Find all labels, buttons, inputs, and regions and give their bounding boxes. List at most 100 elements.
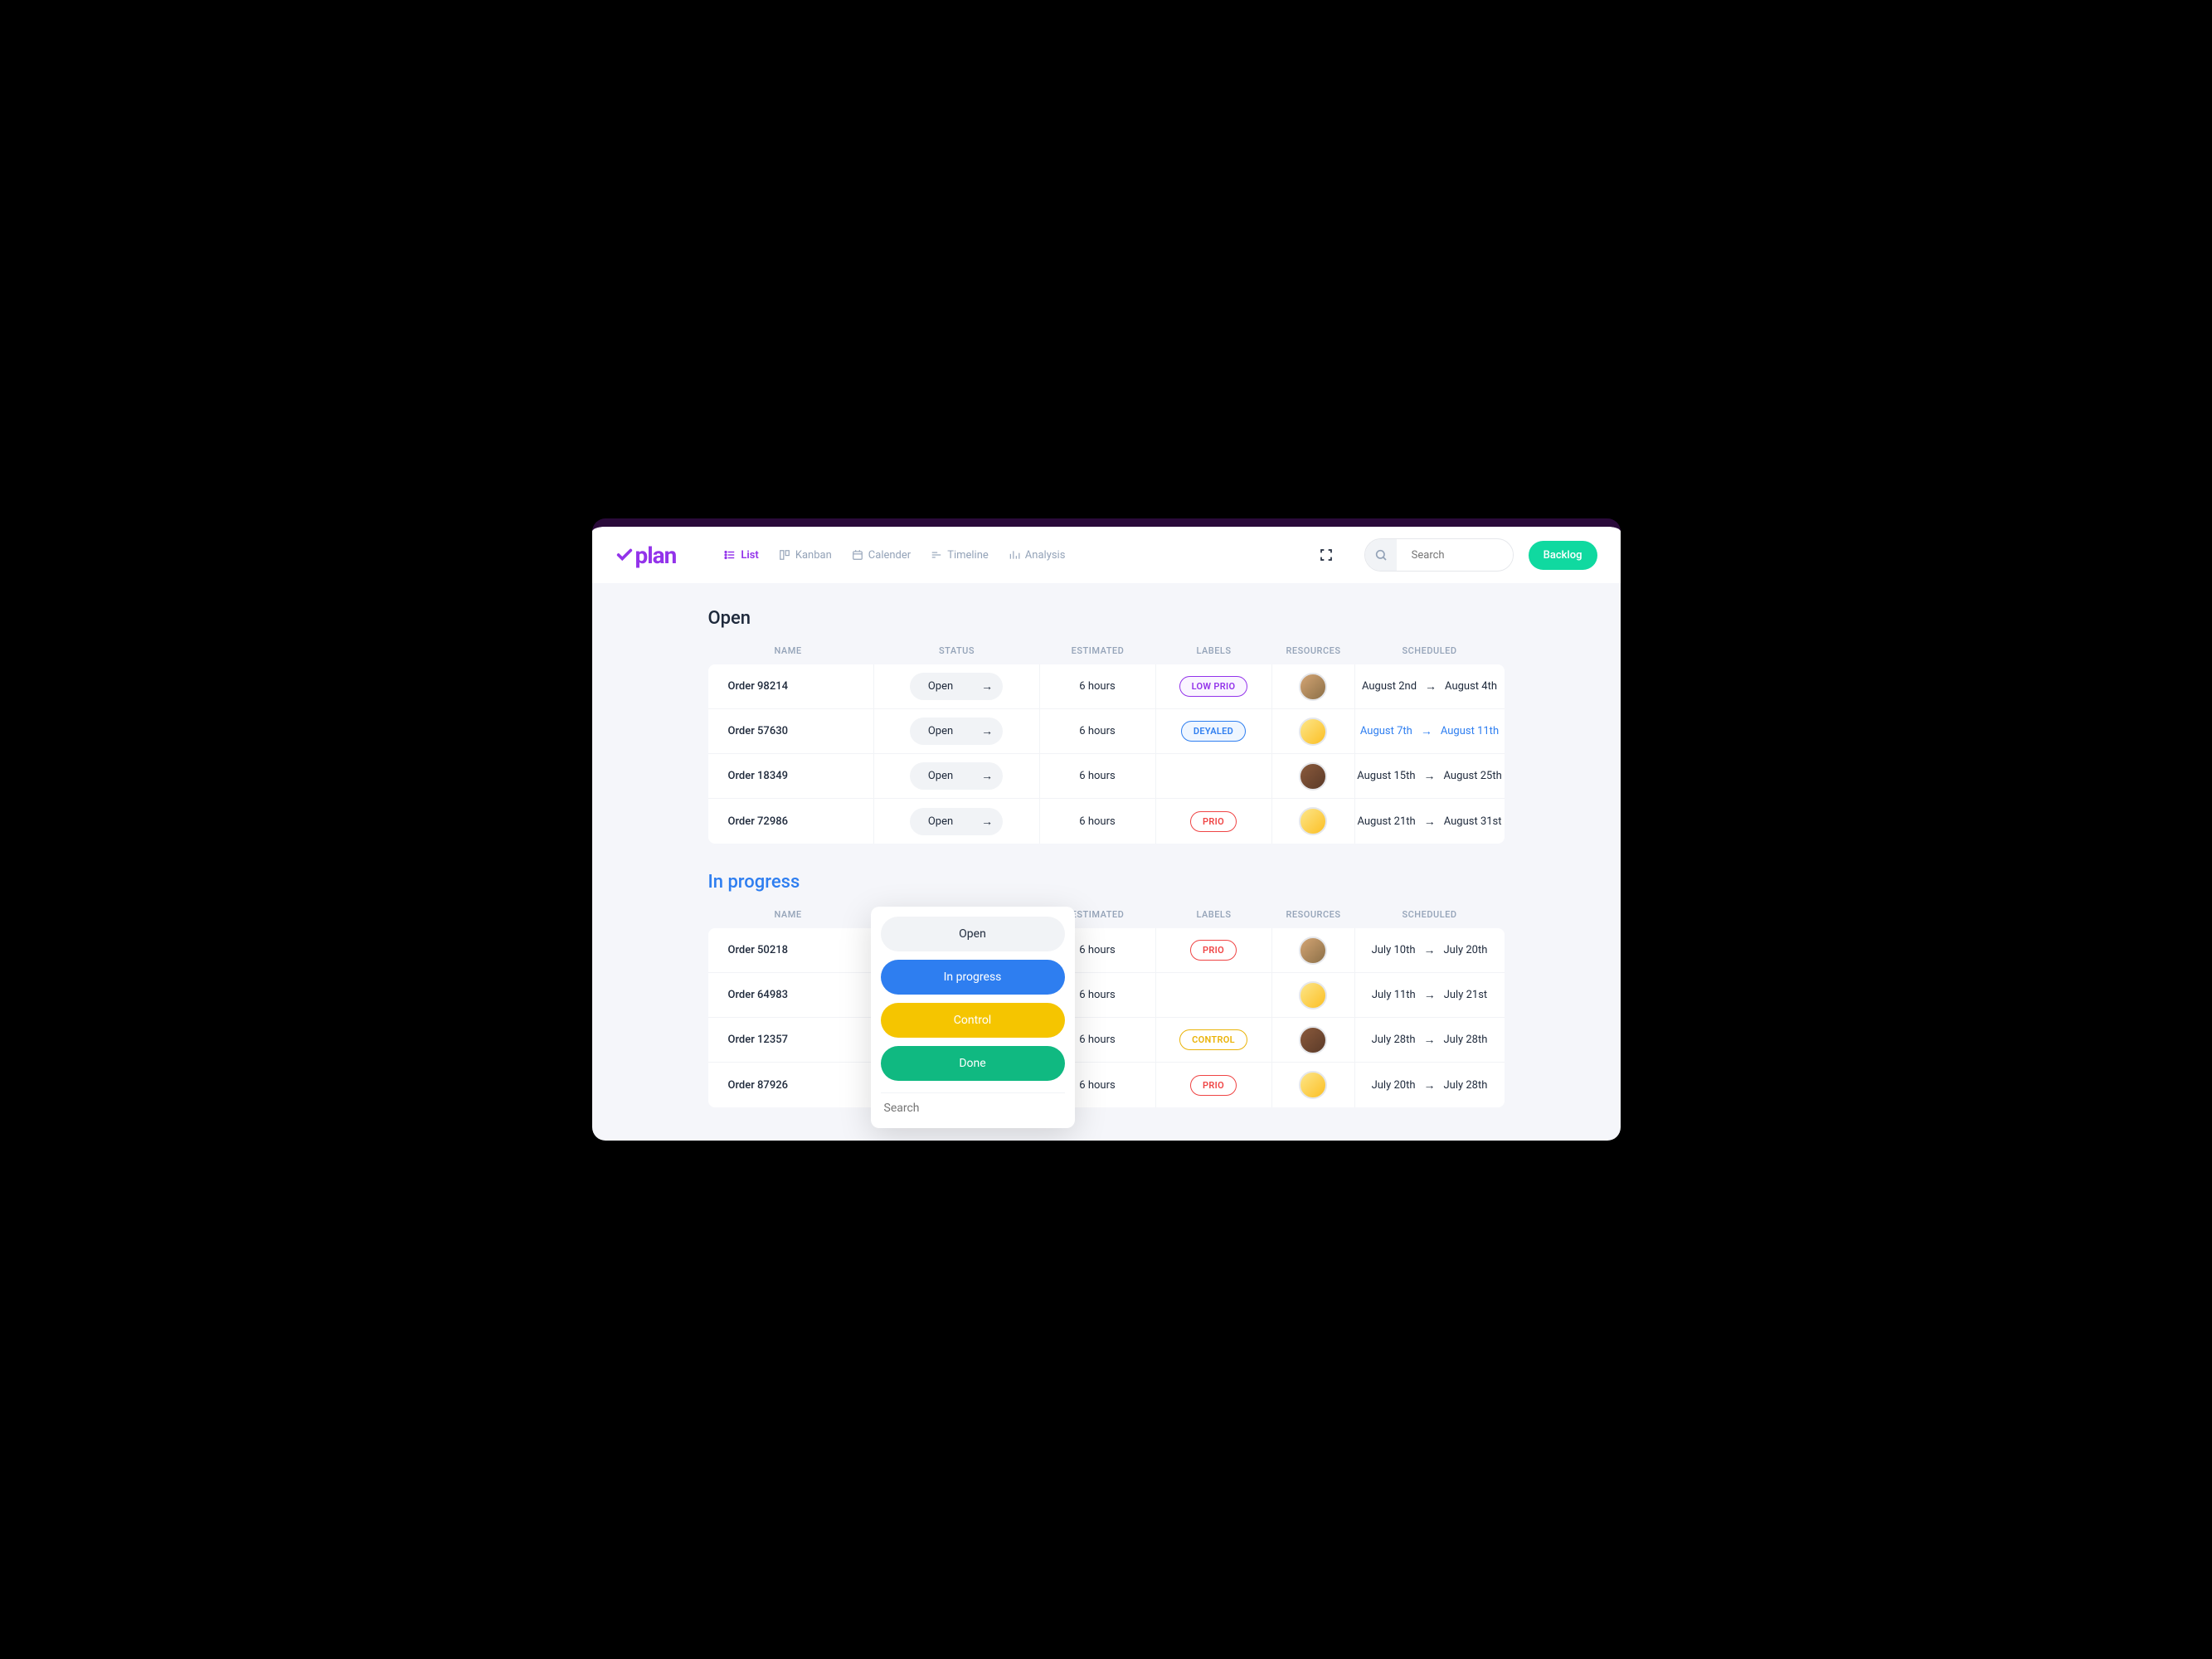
- view-calendar[interactable]: Calender: [852, 549, 911, 562]
- avatar[interactable]: [1299, 1071, 1327, 1099]
- cell-scheduled: August 21th → August 31st: [1355, 799, 1505, 844]
- dropdown-option-control[interactable]: Control: [881, 1003, 1065, 1038]
- table-row: Order 12357In progress→6 hoursCONTROLJul…: [708, 1018, 1505, 1063]
- col-header-estimated: ESTIMATED: [1040, 645, 1156, 656]
- app-window: plan List Kanban Calender Timeline Analy…: [592, 518, 1621, 1141]
- cell-resources: [1272, 1063, 1355, 1107]
- schedule-start: August 21th: [1357, 815, 1415, 828]
- label-chip[interactable]: PRIO: [1190, 940, 1237, 961]
- view-analysis[interactable]: Analysis: [1009, 549, 1066, 562]
- col-header-scheduled: SCHEDULED: [1355, 645, 1505, 656]
- cell-name[interactable]: Order 12357: [708, 1018, 874, 1062]
- schedule-start: August 7th: [1360, 725, 1412, 737]
- view-list[interactable]: List: [724, 549, 758, 562]
- status-label: Open: [910, 674, 971, 699]
- arrow-right-icon: →: [1424, 815, 1436, 829]
- avatar[interactable]: [1299, 762, 1327, 791]
- dropdown-option-open[interactable]: Open: [881, 917, 1065, 951]
- cell-resources: [1272, 1018, 1355, 1062]
- col-header-labels: LABELS: [1156, 909, 1272, 920]
- dropdown-option-done[interactable]: Done: [881, 1046, 1065, 1081]
- cell-estimated: 6 hours: [1040, 799, 1156, 844]
- label-chip[interactable]: CONTROL: [1179, 1029, 1247, 1050]
- cell-name[interactable]: Order 87926: [708, 1063, 874, 1107]
- cell-resources: [1272, 928, 1355, 972]
- view-list-label: List: [741, 549, 758, 562]
- dropdown-search-input[interactable]: [881, 1092, 1065, 1118]
- calendar-icon: [852, 549, 863, 561]
- label-chip[interactable]: LOW PRIO: [1179, 676, 1248, 697]
- cell-name[interactable]: Order 98214: [708, 664, 874, 708]
- search-box: [1364, 538, 1514, 572]
- logo: plan: [615, 542, 677, 569]
- schedule-end: August 4th: [1445, 680, 1497, 693]
- table-header: NAMESTATUSESTIMATEDLABELSRESOURCESSCHEDU…: [708, 901, 1505, 928]
- col-header-resources: RESOURCES: [1272, 645, 1355, 656]
- cell-labels: [1156, 973, 1272, 1017]
- cell-estimated: 6 hours: [1040, 709, 1156, 753]
- cell-name[interactable]: Order 57630: [708, 709, 874, 753]
- table-row: Order 57630 Open→ 6 hours DEYALED August 7th…: [708, 709, 1505, 754]
- analysis-icon: [1009, 549, 1020, 561]
- table-row: Order 98214Open→6 hoursLOW PRIOAugust 2n…: [708, 664, 1505, 709]
- cell-labels: DEYALED: [1156, 709, 1272, 753]
- col-header-labels: LABELS: [1156, 645, 1272, 656]
- label-chip[interactable]: PRIO: [1190, 811, 1237, 832]
- label-chip[interactable]: PRIO: [1190, 1075, 1237, 1096]
- status-pill[interactable]: Open→: [910, 673, 1003, 700]
- fullscreen-icon[interactable]: [1320, 548, 1333, 562]
- cell-name[interactable]: Order 64983: [708, 973, 874, 1017]
- table-row: Order 72986Open→6 hoursPRIOAugust 21th→A…: [708, 799, 1505, 844]
- cell-labels: PRIO: [1156, 1063, 1272, 1107]
- cell-estimated: 6 hours: [1040, 754, 1156, 798]
- view-timeline[interactable]: Timeline: [931, 549, 989, 562]
- avatar[interactable]: [1299, 937, 1327, 965]
- schedule-start: July 20th: [1372, 1079, 1416, 1092]
- status-pill[interactable]: Open→: [910, 762, 1003, 790]
- cell-scheduled: July 11th→July 21st: [1355, 973, 1505, 1017]
- col-header-resources: RESOURCES: [1272, 909, 1355, 920]
- list-icon: [724, 549, 736, 561]
- backlog-button[interactable]: Backlog: [1529, 541, 1597, 570]
- cell-scheduled: August 7th→August 11th: [1355, 709, 1505, 753]
- status-pill[interactable]: Open→: [910, 808, 1003, 835]
- data-table: Order 98214Open→6 hoursLOW PRIOAugust 2n…: [708, 664, 1505, 844]
- view-kanban-label: Kanban: [795, 549, 832, 562]
- label-chip[interactable]: DEYALED: [1181, 721, 1246, 742]
- schedule-end: August 31st: [1444, 815, 1502, 828]
- schedule-end: July 28th: [1444, 1034, 1488, 1046]
- cell-labels: CONTROL: [1156, 1018, 1272, 1062]
- cell-scheduled: July 28th → July 28th: [1355, 1018, 1505, 1062]
- avatar[interactable]: [1299, 1026, 1327, 1054]
- avatar[interactable]: [1299, 981, 1327, 1010]
- cell-estimated: 6 hours: [1040, 664, 1156, 708]
- schedule-end: July 20th: [1444, 944, 1488, 956]
- avatar[interactable]: [1299, 673, 1327, 701]
- view-kanban[interactable]: Kanban: [779, 549, 832, 562]
- cell-labels: LOW PRIO: [1156, 664, 1272, 708]
- cell-name[interactable]: Order 50218: [708, 928, 874, 972]
- arrow-right-icon: →: [1425, 679, 1437, 693]
- avatar[interactable]: [1299, 807, 1327, 835]
- cell-resources: [1272, 973, 1355, 1017]
- schedule-end: August 11th: [1441, 725, 1499, 737]
- arrow-right-icon: →: [1424, 1033, 1436, 1047]
- cell-resources: [1272, 799, 1355, 844]
- cell-name[interactable]: Order 18349: [708, 754, 874, 798]
- view-analysis-label: Analysis: [1025, 549, 1066, 562]
- dropdown-option-inprogress[interactable]: In progress: [881, 960, 1065, 995]
- cell-labels: PRIO: [1156, 928, 1272, 972]
- arrow-right-icon: →: [971, 762, 1003, 790]
- cell-scheduled: August 15th→August 25th: [1355, 754, 1505, 798]
- status-pill[interactable]: Open→: [910, 718, 1003, 745]
- search-input[interactable]: [1397, 541, 1513, 570]
- view-calendar-label: Calender: [868, 549, 911, 562]
- col-header-status: STATUS: [874, 645, 1040, 656]
- avatar[interactable]: [1299, 718, 1327, 746]
- cell-labels: PRIO: [1156, 799, 1272, 844]
- cell-name[interactable]: Order 72986: [708, 799, 874, 844]
- data-table: Order 50218In progress→6 hoursPRIOJuly 1…: [708, 928, 1505, 1107]
- schedule-start: July 28th: [1372, 1034, 1416, 1046]
- timeline-icon: [931, 549, 942, 561]
- section-title: In progress: [708, 872, 1505, 893]
